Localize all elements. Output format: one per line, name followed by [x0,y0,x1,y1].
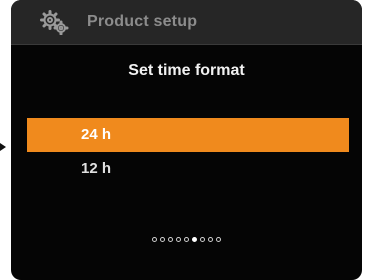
page-dot-active [192,236,197,242]
device-figure: Product setup Set time format 24 h 12 h [0,0,369,280]
page-dot [208,236,213,242]
page-dot [168,236,173,242]
setting-title: Set time format [128,62,245,79]
page-dot [152,236,157,242]
option-label: 24 h [81,126,112,143]
option-24h[interactable]: 24 h [27,118,349,152]
gears-icon [40,10,69,35]
device-screen: Product setup Set time format 24 h 12 h [11,0,362,280]
option-label: 12 h [81,160,112,177]
page-dot [200,236,205,242]
selection-pointer-icon [0,143,6,151]
page-dot [160,236,165,242]
menu-title: Product setup [87,13,198,30]
option-12h[interactable]: 12 h [27,152,349,186]
page-indicator [11,234,362,244]
page-dot [216,236,221,242]
menu-header: Product setup [11,0,362,45]
page-dot [184,236,189,242]
page-dot [176,236,181,242]
